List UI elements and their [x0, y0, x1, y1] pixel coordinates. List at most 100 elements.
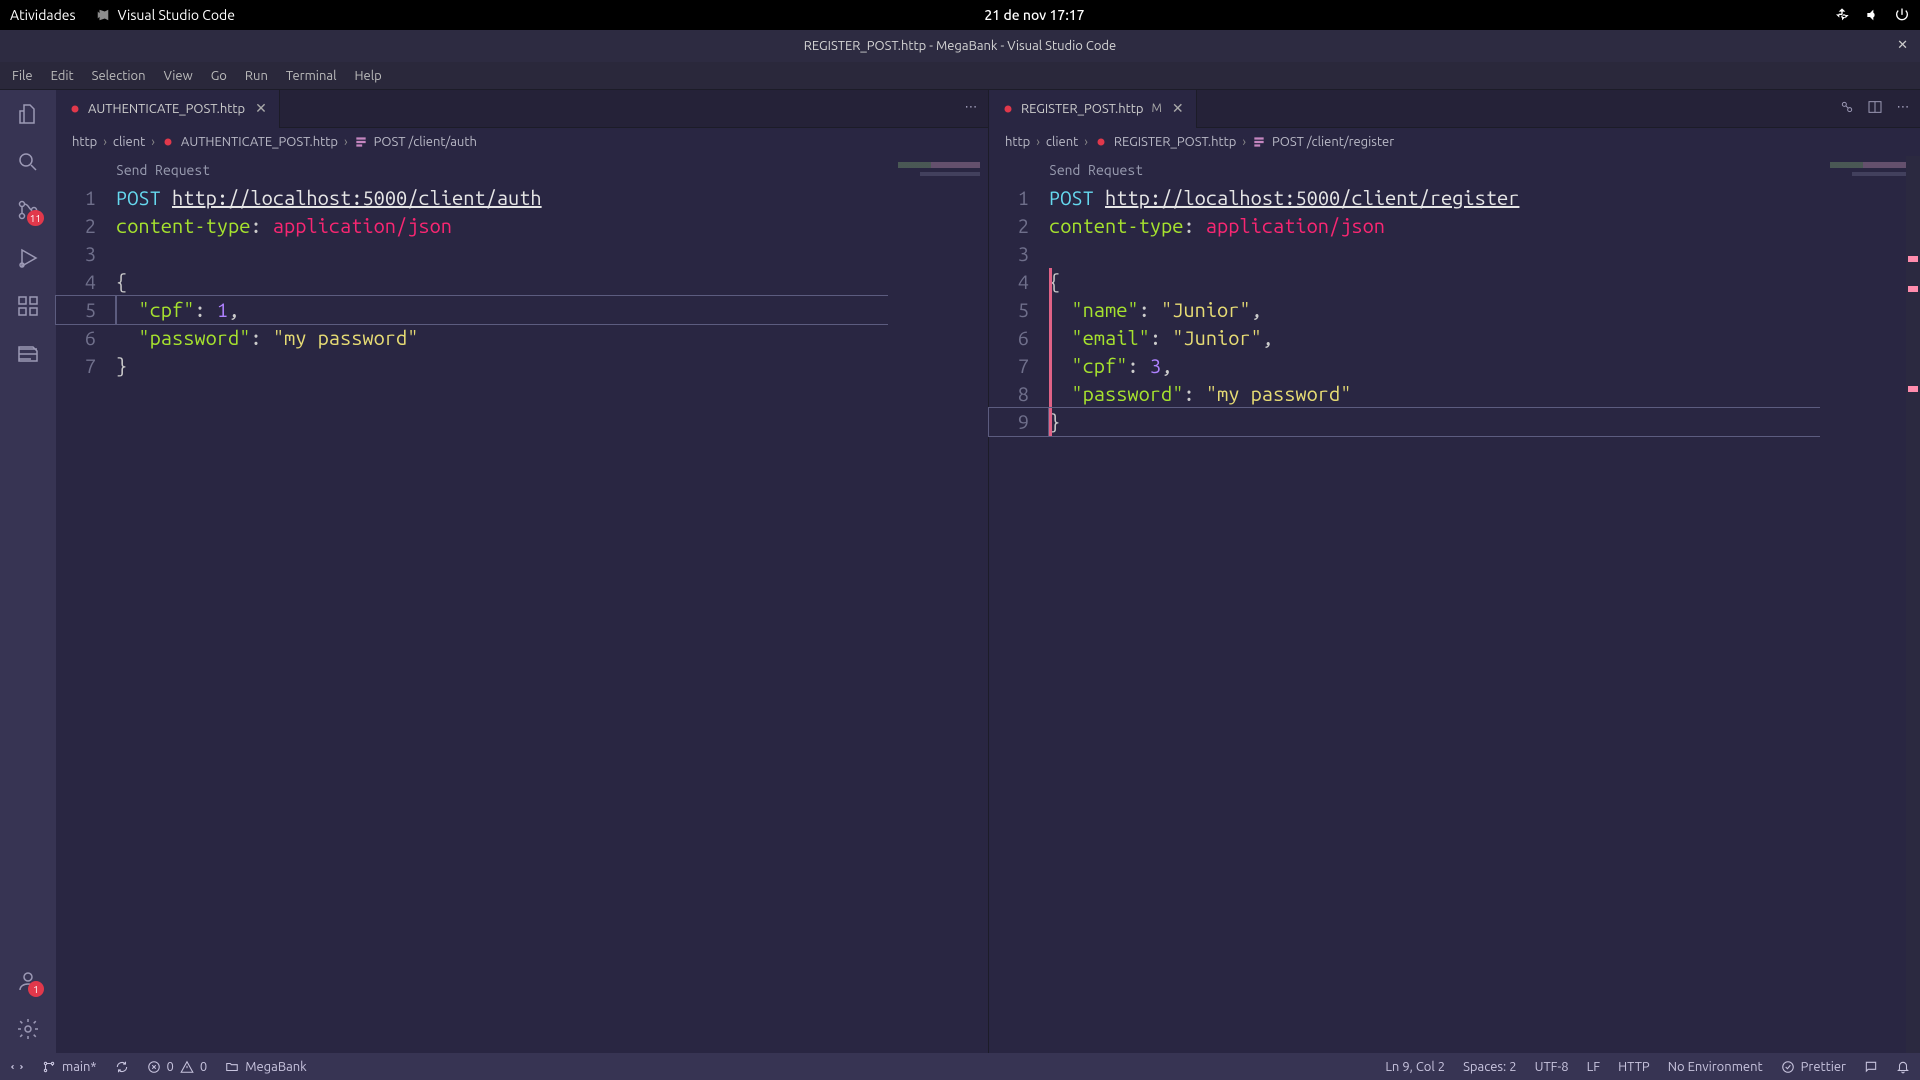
active-app[interactable]: Visual Studio Code	[96, 7, 235, 23]
activity-bar: 11 1	[0, 90, 56, 1053]
status-eol[interactable]: LF	[1587, 1060, 1600, 1074]
workbench: 11 1 AUTHENTICATE_POST.http ✕	[0, 90, 1920, 1053]
line-number: 2	[989, 212, 1029, 240]
system-topbar: Atividades Visual Studio Code 21 de nov …	[0, 0, 1920, 30]
minimap-right[interactable]	[1820, 156, 1920, 1053]
tabs-right: REGISTER_POST.http M ✕ ⋯	[989, 90, 1920, 128]
more-actions-icon[interactable]: ⋯	[1892, 96, 1914, 118]
accounts-badge: 1	[28, 981, 44, 997]
scm-badge: 11	[27, 210, 44, 226]
editor-right[interactable]: 1 2 3 4 5 6 7 8 9 Send Request POST	[989, 156, 1920, 1053]
line-number: 6	[56, 324, 96, 352]
breadcrumb-part[interactable]: http	[1005, 135, 1030, 149]
more-actions-icon[interactable]: ⋯	[960, 96, 982, 118]
tab-label: REGISTER_POST.http	[1021, 102, 1143, 116]
breadcrumb-part[interactable]: POST /client/auth	[374, 135, 477, 149]
close-tab-icon[interactable]: ✕	[1172, 100, 1184, 117]
breadcrumb-part[interactable]: POST /client/register	[1272, 135, 1394, 149]
line-number: 7	[989, 352, 1029, 380]
menu-view[interactable]: View	[156, 65, 201, 87]
status-encoding[interactable]: UTF-8	[1535, 1060, 1569, 1074]
http-file-icon	[161, 135, 175, 149]
editor-left[interactable]: 1 2 3 4 5 6 7 Send Request POST http://l…	[56, 156, 988, 1053]
status-environment[interactable]: No Environment	[1668, 1060, 1763, 1074]
line-number: 2	[56, 212, 96, 240]
extensions-icon[interactable]	[14, 292, 42, 320]
line-number: 8	[989, 380, 1029, 408]
breadcrumb-part[interactable]: REGISTER_POST.http	[1114, 135, 1236, 149]
vscode-titlebar: REGISTER_POST.http - MegaBank - Visual S…	[0, 30, 1920, 62]
code-right[interactable]: Send Request POST http://localhost:5000/…	[1049, 156, 1920, 1053]
symbol-icon	[354, 135, 368, 149]
system-clock[interactable]: 21 de nov 17:17	[235, 7, 1834, 23]
line-number: 7	[56, 352, 96, 380]
menu-file[interactable]: File	[4, 65, 41, 87]
volume-icon[interactable]	[1864, 7, 1880, 23]
status-indent[interactable]: Spaces: 2	[1463, 1060, 1516, 1074]
menu-edit[interactable]: Edit	[43, 65, 82, 87]
status-bell-icon[interactable]	[1896, 1060, 1910, 1074]
settings-gear-icon[interactable]	[14, 1015, 42, 1043]
menu-go[interactable]: Go	[203, 65, 235, 87]
rest-client-icon[interactable]	[14, 340, 42, 368]
explorer-icon[interactable]	[14, 100, 42, 128]
run-debug-icon[interactable]	[14, 244, 42, 272]
code-left[interactable]: Send Request POST http://localhost:5000/…	[116, 156, 988, 1053]
status-branch[interactable]: main*	[42, 1060, 97, 1074]
codelens-send-request[interactable]: Send Request	[1049, 156, 1920, 184]
breadcrumb-part[interactable]: client	[1046, 135, 1078, 149]
tab-authenticate[interactable]: AUTHENTICATE_POST.http ✕	[56, 90, 280, 128]
modified-indicator: M	[1151, 102, 1161, 115]
breadcrumb-left[interactable]: http› client› AUTHENTICATE_POST.http› PO…	[56, 128, 988, 156]
menu-terminal[interactable]: Terminal	[278, 65, 345, 87]
menu-selection[interactable]: Selection	[84, 65, 154, 87]
status-bar: main* 0 0 MegaBank Ln 9, Col 2 Spaces: 2…	[0, 1053, 1920, 1080]
gutter-left: 1 2 3 4 5 6 7	[56, 156, 116, 1053]
line-number: 4	[989, 268, 1029, 296]
power-icon[interactable]	[1894, 7, 1910, 23]
editor-pane-right: REGISTER_POST.http M ✕ ⋯ http› client› R…	[988, 90, 1920, 1053]
editor-pane-left: AUTHENTICATE_POST.http ✕ ⋯ http› client›…	[56, 90, 988, 1053]
menu-bar: File Edit Selection View Go Run Terminal…	[0, 62, 1920, 90]
window-close-button[interactable]: ✕	[1897, 38, 1908, 53]
status-project[interactable]: MegaBank	[225, 1060, 307, 1074]
status-problems[interactable]: 0 0	[147, 1060, 208, 1074]
status-prettier[interactable]: Prettier	[1781, 1060, 1846, 1074]
line-number: 1	[56, 184, 96, 212]
status-language[interactable]: HTTP	[1618, 1060, 1650, 1074]
vscode-icon	[96, 8, 110, 22]
line-number: 1	[989, 184, 1029, 212]
breadcrumb-part[interactable]: http	[72, 135, 97, 149]
codelens-send-request[interactable]: Send Request	[116, 156, 988, 184]
tab-register[interactable]: REGISTER_POST.http M ✕	[989, 90, 1197, 128]
line-number: 3	[56, 240, 96, 268]
breadcrumb-part[interactable]: client	[113, 135, 145, 149]
overview-ruler[interactable]	[1906, 156, 1920, 1053]
status-remote[interactable]	[10, 1060, 24, 1074]
line-number: 4	[56, 268, 96, 296]
menu-run[interactable]: Run	[237, 65, 276, 87]
breadcrumb-right[interactable]: http› client› REGISTER_POST.http› POST /…	[989, 128, 1920, 156]
gutter-right: 1 2 3 4 5 6 7 8 9	[989, 156, 1049, 1053]
status-sync[interactable]	[115, 1060, 129, 1074]
network-icon[interactable]	[1834, 7, 1850, 23]
status-feedback-icon[interactable]	[1864, 1060, 1878, 1074]
accounts-icon[interactable]: 1	[14, 967, 42, 995]
compare-icon[interactable]	[1836, 96, 1858, 118]
split-editor-icon[interactable]	[1864, 96, 1886, 118]
status-cursor-pos[interactable]: Ln 9, Col 2	[1385, 1060, 1445, 1074]
minimap-left[interactable]	[888, 156, 988, 1053]
line-number: 5	[989, 296, 1029, 324]
menu-help[interactable]: Help	[346, 65, 389, 87]
window-title: REGISTER_POST.http - MegaBank - Visual S…	[804, 39, 1116, 53]
http-file-icon	[1094, 135, 1108, 149]
source-control-icon[interactable]: 11	[14, 196, 42, 224]
breadcrumb-part[interactable]: AUTHENTICATE_POST.http	[181, 135, 338, 149]
activities-button[interactable]: Atividades	[10, 7, 76, 23]
close-tab-icon[interactable]: ✕	[255, 100, 267, 117]
active-app-name: Visual Studio Code	[118, 7, 235, 23]
search-icon[interactable]	[14, 148, 42, 176]
editor-panes: AUTHENTICATE_POST.http ✕ ⋯ http› client›…	[56, 90, 1920, 1053]
tab-label: AUTHENTICATE_POST.http	[88, 102, 245, 116]
symbol-icon	[1252, 135, 1266, 149]
